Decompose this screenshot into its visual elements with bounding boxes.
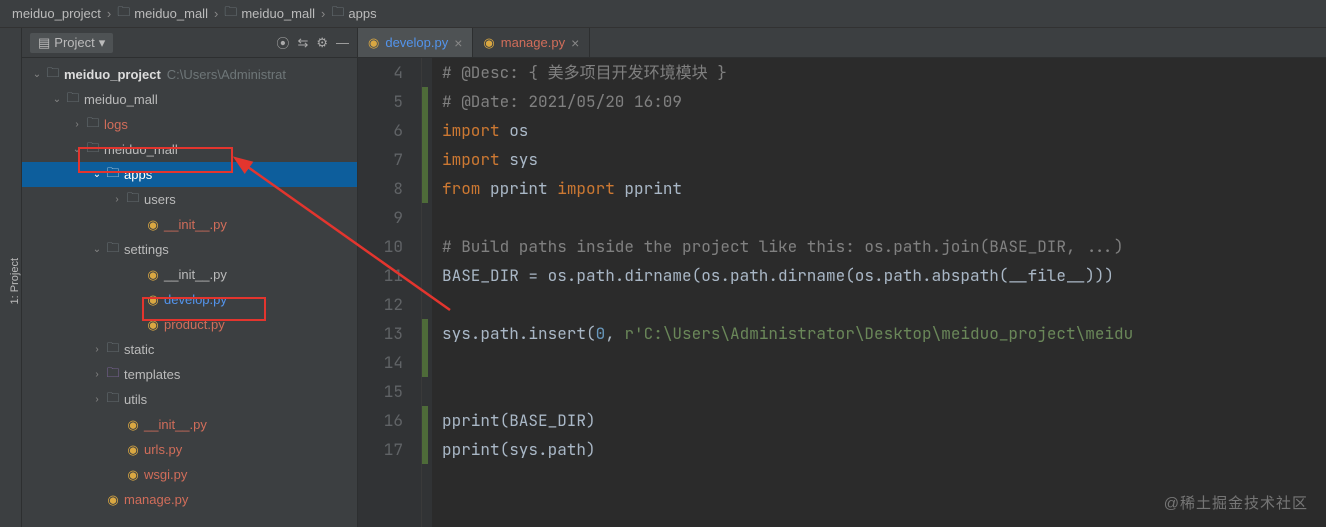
chevron-down-icon: ▾ (99, 35, 106, 51)
folder-icon: 🗀 (84, 139, 102, 161)
tree-root[interactable]: 🗀 meiduo_project C:\Users\Administrat (22, 62, 357, 87)
folder-icon: 🗀 (104, 389, 122, 411)
python-file-icon: ◉ (144, 217, 162, 233)
breadcrumb-sep: › (214, 6, 218, 21)
python-file-icon: ◉ (144, 267, 162, 283)
watermark: @稀土掘金技术社区 (1164, 492, 1308, 513)
project-icon: ▤ (38, 35, 50, 51)
toolwindow-project-tab[interactable]: 1: Project (9, 258, 21, 304)
folder-icon: 🗀 (44, 64, 62, 86)
python-file-icon: ◉ (124, 417, 142, 433)
code-content[interactable]: # @Desc: { 美多项目开发环境模块 } # @Date: 2021/05… (432, 58, 1326, 527)
tree-item-manage[interactable]: ◉ manage.py (22, 487, 357, 512)
python-file-icon: ◉ (124, 467, 142, 483)
tree-item-static[interactable]: 🗀 static (22, 337, 357, 362)
folder-icon: 🗀 (117, 3, 130, 25)
tree-item-logs[interactable]: 🗀 logs (22, 112, 357, 137)
tree-item-urls[interactable]: ◉ urls.py (22, 437, 357, 462)
code-area[interactable]: 456 789 101112 131415 1617 # @Desc: { 美多… (358, 58, 1326, 527)
line-gutter: 456 789 101112 131415 1617 (358, 58, 422, 527)
tree-item-meiduo-mall-inner[interactable]: 🗀 meiduo_mall (22, 137, 357, 162)
python-file-icon: ◉ (483, 35, 494, 51)
expand-all-icon[interactable]: ⇆ (297, 35, 308, 51)
change-marker-stripe (422, 58, 432, 527)
project-tree[interactable]: 🗀 meiduo_project C:\Users\Administrat 🗀 … (22, 58, 357, 527)
project-header: ▤ Project ▾ ⦿ ⇆ ⚙ — (22, 28, 357, 58)
tree-item-product[interactable]: ◉ product.py (22, 312, 357, 337)
folder-icon: 🗀 (84, 114, 102, 136)
tree-item-init-mall[interactable]: ◉ __init__.py (22, 412, 357, 437)
tree-item-templates[interactable]: 🗀 templates (22, 362, 357, 387)
folder-icon: 🗀 (64, 89, 82, 111)
gear-icon[interactable]: ⚙ (316, 35, 328, 51)
folder-icon: 🗀 (124, 189, 142, 211)
project-title: Project (54, 35, 94, 50)
project-toolwindow: ▤ Project ▾ ⦿ ⇆ ⚙ — 🗀 meiduo_project C:\… (22, 28, 358, 527)
breadcrumb-item[interactable]: meiduo_project (12, 6, 101, 21)
project-view-selector[interactable]: ▤ Project ▾ (30, 33, 113, 53)
tree-item-utils[interactable]: 🗀 utils (22, 387, 357, 412)
tree-item-apps[interactable]: 🗀 apps (22, 162, 357, 187)
tree-item-init-settings[interactable]: ◉ __init__.py (22, 262, 357, 287)
breadcrumb-sep: › (107, 6, 111, 21)
close-icon[interactable]: × (454, 35, 462, 51)
tree-item-settings[interactable]: 🗀 settings (22, 237, 357, 262)
editor: ◉ develop.py × ◉ manage.py × 456 789 101… (358, 28, 1326, 527)
select-opened-file-icon[interactable]: ⦿ (276, 33, 289, 52)
folder-icon: 🗀 (224, 3, 237, 25)
tab-label: manage.py (501, 35, 565, 50)
folder-icon: 🗀 (104, 339, 122, 361)
tool-window-strip: 1: Project 0: Commit (0, 28, 22, 527)
tab-label: develop.py (385, 35, 448, 50)
python-file-icon: ◉ (144, 317, 162, 333)
editor-tabs: ◉ develop.py × ◉ manage.py × (358, 28, 1326, 58)
breadcrumb-item[interactable]: 🗀apps (331, 3, 376, 25)
close-icon[interactable]: × (571, 35, 579, 51)
breadcrumb: meiduo_project › 🗀meiduo_mall › 🗀meiduo_… (0, 0, 1326, 28)
tree-item-init-apps[interactable]: ◉ __init__.py (22, 212, 357, 237)
breadcrumb-item[interactable]: 🗀meiduo_mall (224, 3, 315, 25)
folder-icon: 🗀 (104, 239, 122, 261)
breadcrumb-item[interactable]: 🗀meiduo_mall (117, 3, 208, 25)
tab-manage[interactable]: ◉ manage.py × (473, 28, 590, 57)
tree-item-develop[interactable]: ◉ develop.py (22, 287, 357, 312)
breadcrumb-sep: › (321, 6, 325, 21)
folder-icon: 🗀 (331, 3, 344, 25)
folder-icon: 🗀 (104, 364, 122, 386)
tree-item-users[interactable]: 🗀 users (22, 187, 357, 212)
tree-item-wsgi[interactable]: ◉ wsgi.py (22, 462, 357, 487)
hide-icon[interactable]: — (336, 35, 349, 50)
tree-item-meiduo-mall[interactable]: 🗀 meiduo_mall (22, 87, 357, 112)
python-file-icon: ◉ (144, 292, 162, 308)
python-file-icon: ◉ (368, 35, 379, 51)
folder-icon: 🗀 (104, 164, 122, 186)
python-file-icon: ◉ (104, 492, 122, 508)
python-file-icon: ◉ (124, 442, 142, 458)
tab-develop[interactable]: ◉ develop.py × (358, 28, 473, 57)
